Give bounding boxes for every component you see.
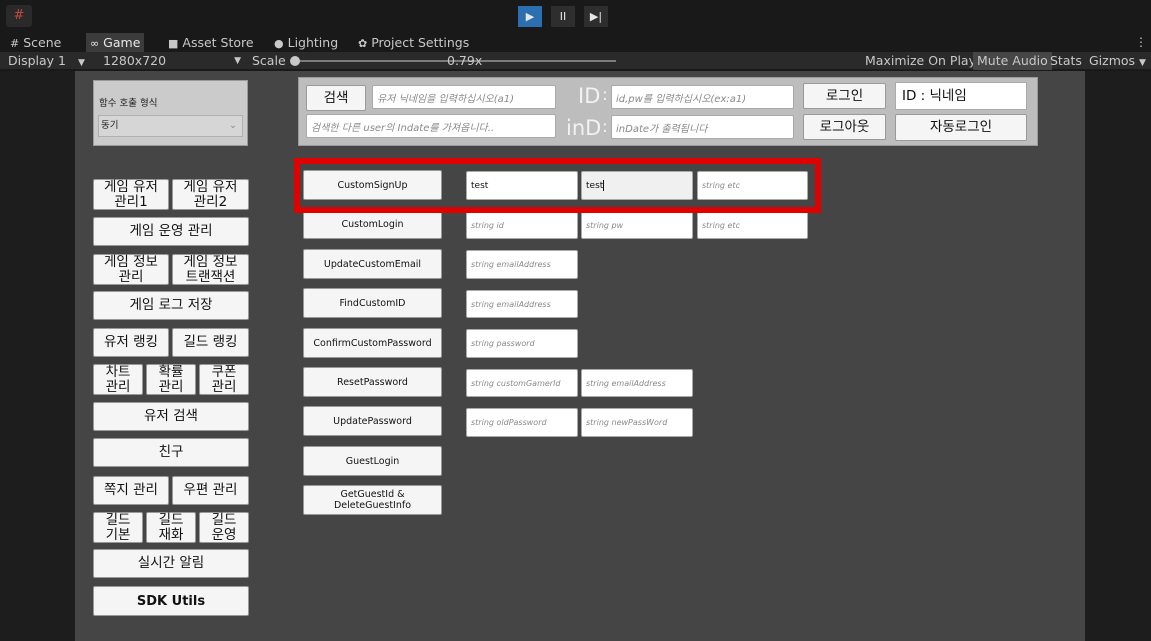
indate-output: inDate가 출력됩니다 <box>611 115 794 139</box>
tab-scene[interactable]: # Scene <box>6 33 65 52</box>
scale-slider-handle[interactable] <box>290 56 300 66</box>
scene-icon: # <box>10 37 20 50</box>
sdk-utils-button[interactable]: SDK Utils <box>93 586 249 616</box>
search-button[interactable]: 검색 <box>306 85 366 111</box>
step-button[interactable]: ▶| <box>584 6 608 27</box>
scale-label: Scale <box>252 53 286 68</box>
guild-goods-button[interactable]: 길드 재화 <box>146 512 196 543</box>
display-dropdown[interactable]: Display 1 ▼ <box>8 52 85 70</box>
update-password-button[interactable]: UpdatePassword <box>303 406 442 436</box>
more-options-icon[interactable]: ⋮ <box>1135 33 1147 52</box>
logout-button[interactable]: 로그아웃 <box>803 114 886 140</box>
chart-mgmt-button[interactable]: 차트 관리 <box>93 364 143 395</box>
chevron-down-icon: ⌄ <box>229 120 237 131</box>
login-id-input[interactable]: string id <box>466 211 578 239</box>
confirm-custom-password-button[interactable]: ConfirmCustomPassword <box>303 328 442 358</box>
friend-button[interactable]: 친구 <box>93 438 249 467</box>
confirm-password-input[interactable]: string password <box>466 329 578 358</box>
gizmos-label: Gizmos <box>1089 53 1136 68</box>
idpw-input[interactable]: id,pw를 입력하십시오(ex:a1) <box>611 85 794 109</box>
mail-mgmt-button[interactable]: 우편 관리 <box>172 476 249 505</box>
asset-store-icon: ■ <box>168 37 179 50</box>
id-colon: : <box>602 85 608 105</box>
chevron-down-icon: ▼ <box>234 56 241 66</box>
custom-login-button[interactable]: CustomLogin <box>303 209 442 239</box>
id-label: ID <box>578 84 601 108</box>
indate-search-input[interactable]: 검색한 다른 user의 Indate를 가져옵니다.. <box>306 114 556 138</box>
layout-menu-icon[interactable]: # <box>6 5 32 27</box>
game-log-button[interactable]: 게임 로그 저장 <box>93 291 249 320</box>
update-email-input[interactable]: string emailAddress <box>466 250 578 279</box>
pause-button[interactable]: II <box>551 6 575 27</box>
highlight-box <box>294 158 821 213</box>
play-button[interactable]: ▶ <box>518 6 542 27</box>
reset-gamerid-input[interactable]: string customGamerId <box>466 369 578 397</box>
chevron-down-icon: ▼ <box>1139 58 1146 68</box>
new-password-input[interactable]: string newPassWord <box>581 408 693 437</box>
stats-toggle[interactable]: Stats <box>1046 52 1086 70</box>
guild-ranking-button[interactable]: 길드 랭킹 <box>172 328 249 357</box>
chevron-down-icon: ▼ <box>78 58 85 68</box>
call-type-value: 동기 <box>101 120 119 131</box>
gear-icon: ✿ <box>358 37 368 50</box>
user-ranking-button[interactable]: 유저 랭킹 <box>93 328 169 357</box>
tab-lighting[interactable]: ● Lighting <box>270 33 342 52</box>
call-type-panel: 함수 호출 형식 동기 ⌄ <box>93 80 248 146</box>
scale-value: 0.79x <box>447 53 483 68</box>
get-guest-id-delete-button[interactable]: GetGuestId & DeleteGuestInfo <box>303 485 442 515</box>
tab-lighting-label: Lighting <box>287 35 339 50</box>
user-mgmt2-button[interactable]: 게임 유저 관리2 <box>172 179 249 210</box>
realtime-alert-button[interactable]: 실시간 알림 <box>93 549 249 578</box>
tab-asset-store[interactable]: ■ Asset Store <box>164 33 258 52</box>
reset-email-input[interactable]: string emailAddress <box>581 369 693 397</box>
autologin-button[interactable]: 자동로그인 <box>895 114 1027 141</box>
id-nickname-display: ID : 닉네임 <box>895 82 1027 110</box>
update-custom-email-button[interactable]: UpdateCustomEmail <box>303 249 442 279</box>
lightbulb-icon: ● <box>274 37 284 50</box>
tab-project-settings[interactable]: ✿ Project Settings <box>354 33 473 52</box>
guild-operation-button[interactable]: 길드 운영 <box>199 512 249 543</box>
login-etc-input[interactable]: string etc <box>697 211 808 239</box>
user-mgmt1-button[interactable]: 게임 유저 관리1 <box>93 179 169 210</box>
call-type-dropdown[interactable]: 동기 ⌄ <box>98 115 243 137</box>
message-mgmt-button[interactable]: 쪽지 관리 <box>93 476 169 505</box>
indate-colon: : <box>602 117 608 137</box>
game-operation-button[interactable]: 게임 운영 관리 <box>93 217 249 246</box>
probability-mgmt-button[interactable]: 확률 관리 <box>146 364 196 395</box>
main-toolbar <box>0 0 1151 33</box>
gizmos-toggle[interactable]: Gizmos ▼ <box>1085 52 1150 70</box>
old-password-input[interactable]: string oldPassword <box>466 408 578 437</box>
resolution-value: 1280x720 <box>103 53 167 68</box>
user-search-button[interactable]: 유저 검색 <box>93 402 249 431</box>
mute-audio-toggle[interactable]: Mute Audio <box>973 52 1052 70</box>
tab-scene-label: Scene <box>23 35 62 50</box>
display-value: Display 1 <box>8 53 67 68</box>
game-transaction-button[interactable]: 게임 정보 트랜잭션 <box>172 254 249 285</box>
tab-game-label: Game <box>103 35 141 50</box>
resolution-dropdown[interactable]: 1280x720 ▼ <box>103 52 243 70</box>
game-info-button[interactable]: 게임 정보 관리 <box>93 254 169 285</box>
tab-project-settings-label: Project Settings <box>371 35 470 50</box>
login-pw-input[interactable]: string pw <box>581 211 693 239</box>
coupon-mgmt-button[interactable]: 쿠폰 관리 <box>199 364 249 395</box>
tab-asset-store-label: Asset Store <box>182 35 254 50</box>
login-button[interactable]: 로그인 <box>803 83 886 109</box>
reset-password-button[interactable]: ResetPassword <box>303 367 442 397</box>
call-type-label: 함수 호출 형식 <box>99 98 158 109</box>
find-id-email-input[interactable]: string emailAddress <box>466 290 578 318</box>
find-custom-id-button[interactable]: FindCustomID <box>303 288 442 318</box>
maximize-on-play-toggle[interactable]: Maximize On Play <box>861 52 980 70</box>
tab-game[interactable]: ∞ Game <box>86 33 145 52</box>
guest-login-button[interactable]: GuestLogin <box>303 446 442 476</box>
game-controller-icon: ∞ <box>90 37 100 50</box>
indate-label: inD <box>566 116 602 140</box>
guild-basic-button[interactable]: 길드 기본 <box>93 512 143 543</box>
nickname-input[interactable]: 유저 닉네임을 입력하십시오(a1) <box>372 85 556 109</box>
